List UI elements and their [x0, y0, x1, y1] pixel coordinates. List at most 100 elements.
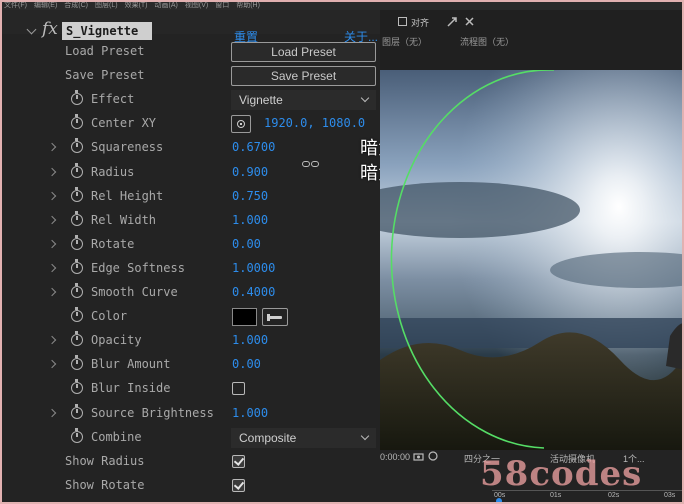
param-label-squareness: Squareness — [91, 140, 164, 155]
menu-item[interactable]: 文件(F) — [4, 2, 27, 9]
camera-snapshot-icon[interactable] — [413, 451, 424, 461]
param-row-effect: Effect Vignette — [2, 88, 380, 112]
param-label-blur-inside: Blur Inside — [91, 381, 171, 396]
show-rotate-checkbox[interactable] — [232, 478, 245, 492]
expand-chevron-icon[interactable] — [47, 263, 57, 273]
param-label-effect: Effect — [91, 92, 135, 107]
ruler-tick: 03s — [664, 492, 676, 499]
expand-chevron-icon[interactable] — [47, 408, 57, 417]
combine-dropdown-value: Composite — [239, 430, 297, 445]
stopwatch-icon[interactable] — [71, 186, 83, 202]
menu-item[interactable]: 视图(V) — [185, 2, 208, 9]
combine-dropdown[interactable]: Composite — [231, 427, 376, 448]
eyedropper-icon[interactable] — [262, 308, 288, 327]
stopwatch-icon[interactable] — [71, 258, 83, 274]
rel-width-value[interactable]: 1.000 — [232, 213, 268, 227]
menu-item[interactable]: 编辑(E) — [34, 2, 57, 9]
menu-item[interactable]: 合成(C) — [64, 2, 88, 9]
checkmark-icon — [233, 454, 245, 466]
param-row-save-preset: Save Preset Save Preset — [2, 64, 380, 88]
stopwatch-icon[interactable] — [71, 90, 83, 106]
stopwatch-icon[interactable] — [71, 427, 83, 443]
effect-header: fx S_Vignette 重置 关于... — [2, 10, 380, 44]
blur-amount-value[interactable]: 0.00 — [232, 357, 261, 371]
center-xy-value[interactable]: 1920.0, 1080.0 — [264, 116, 365, 130]
param-label-source-brightness: Source Brightness — [91, 405, 214, 420]
load-preset-button[interactable]: Load Preset — [231, 42, 376, 62]
crosshair-target-icon[interactable] — [231, 115, 251, 134]
menu-item[interactable]: 动画(A) — [155, 2, 178, 9]
rel-height-value[interactable]: 0.750 — [232, 189, 268, 203]
stopwatch-icon[interactable] — [71, 307, 83, 323]
expand-icon[interactable] — [446, 16, 458, 28]
expand-chevron-icon[interactable] — [47, 287, 57, 297]
param-row-color: Color — [2, 305, 380, 329]
radius-value[interactable]: 0.900 — [232, 165, 268, 179]
expand-chevron-icon[interactable] — [47, 239, 57, 249]
param-label-show-radius: Show Radius — [65, 453, 145, 468]
param-label-save-preset: Save Preset — [65, 68, 145, 83]
watermark: 58codes — [480, 454, 643, 494]
param-label-radius: Radius — [91, 164, 135, 179]
param-row-rel-height: Rel Height 0.750 — [2, 185, 380, 209]
expand-chevron-icon[interactable] — [47, 191, 57, 200]
stopwatch-icon[interactable] — [71, 162, 83, 178]
vignette-preview — [380, 70, 682, 450]
menu-item[interactable]: 效果(T) — [125, 2, 148, 9]
effect-dropdown-value: Vignette — [239, 93, 283, 108]
link-icon — [302, 160, 322, 170]
stopwatch-icon[interactable] — [71, 138, 83, 154]
blur-inside-checkbox[interactable] — [232, 382, 245, 396]
flowchart-tab[interactable]: 流程图（无） — [460, 35, 514, 48]
fx-toggle-icon[interactable]: fx — [42, 19, 58, 39]
show-radius-checkbox[interactable] — [232, 454, 245, 468]
stopwatch-icon[interactable] — [71, 234, 83, 250]
edge-softness-value[interactable]: 1.0000 — [232, 261, 275, 275]
opacity-value[interactable]: 1.000 — [232, 333, 268, 347]
snap-checkbox[interactable] — [398, 17, 407, 26]
param-label-opacity: Opacity — [91, 333, 142, 348]
expand-chevron-icon[interactable] — [47, 143, 57, 152]
composition-viewer: 对齐 图层（无） 流程图（无） 0:00:00 四分之一 活动摄像机 1个...… — [380, 10, 682, 502]
param-row-edge-softness: Edge Softness 1.0000 — [2, 257, 380, 281]
timecode[interactable]: 0:00:00 — [380, 452, 410, 462]
smooth-curve-value[interactable]: 0.4000 — [232, 285, 275, 299]
layer-tab[interactable]: 图层（无） — [382, 35, 427, 48]
stopwatch-icon[interactable] — [71, 331, 83, 347]
param-row-radius: Radius 0.900 — [2, 161, 380, 185]
save-preset-button[interactable]: Save Preset — [231, 66, 376, 87]
expand-chevron-icon[interactable] — [47, 360, 57, 369]
menu-item[interactable]: 窗口 — [215, 2, 229, 9]
source-brightness-value[interactable]: 1.000 — [232, 406, 268, 420]
collapse-chevron-icon[interactable] — [26, 24, 37, 35]
effect-name[interactable]: S_Vignette — [62, 22, 152, 40]
color-channel-icon[interactable] — [428, 451, 438, 461]
rotate-value[interactable]: 0.00 — [232, 237, 261, 251]
param-row-rotate: Rotate 0.00 — [2, 233, 380, 257]
squareness-value[interactable]: 0.6700 — [232, 140, 275, 154]
menu-item[interactable]: 帮助(H) — [236, 2, 260, 9]
expand-chevron-icon[interactable] — [47, 167, 57, 176]
param-row-show-radius: Show Radius — [2, 450, 380, 474]
effect-dropdown[interactable]: Vignette — [231, 90, 376, 111]
param-row-blur-amount: Blur Amount 0.00 — [2, 353, 380, 377]
expand-chevron-icon[interactable] — [47, 215, 57, 224]
playhead-marker[interactable] — [496, 498, 502, 502]
menu-bar: 文件(F) 编辑(E) 合成(C) 图层(L) 效果(T) 动画(A) 视图(V) 窗口 帮助(… — [2, 2, 682, 10]
stopwatch-icon[interactable] — [71, 114, 83, 130]
chevron-down-icon — [360, 93, 370, 103]
menu-item[interactable]: 图层(L) — [95, 2, 118, 9]
param-label-color: Color — [91, 309, 128, 324]
param-label-combine: Combine — [91, 429, 142, 444]
param-row-center-xy: Center XY 1920.0, 1080.0 — [2, 112, 380, 136]
stopwatch-icon[interactable] — [71, 283, 83, 298]
param-row-opacity: Opacity 1.000 — [2, 329, 380, 353]
stopwatch-icon[interactable] — [71, 210, 83, 226]
color-swatch[interactable] — [232, 308, 257, 327]
stopwatch-icon[interactable] — [71, 355, 83, 371]
checkmark-icon — [233, 478, 245, 490]
expand-chevron-icon[interactable] — [47, 335, 57, 345]
stopwatch-icon[interactable] — [71, 379, 83, 395]
close-icon[interactable] — [464, 16, 475, 27]
stopwatch-icon[interactable] — [71, 403, 83, 419]
